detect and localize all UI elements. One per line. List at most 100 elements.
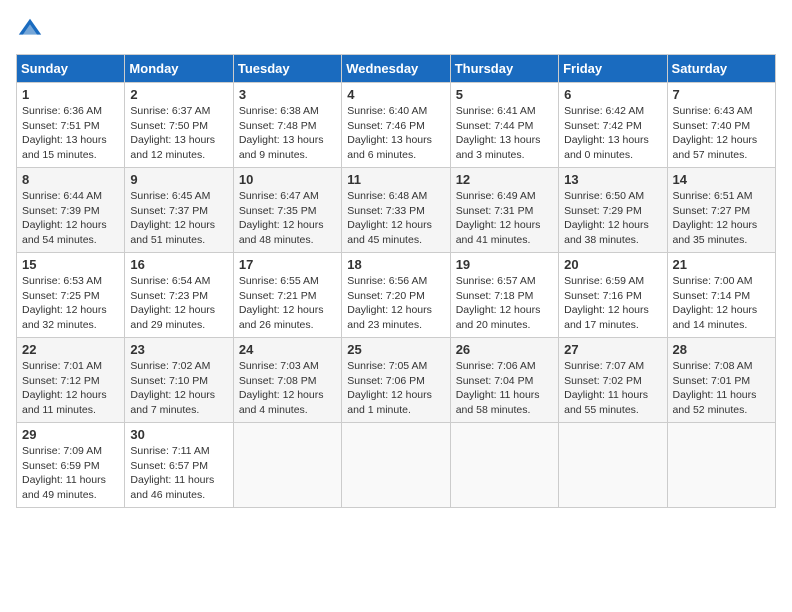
calendar-cell: 18Sunrise: 6:56 AMSunset: 7:20 PMDayligh… [342, 253, 450, 338]
calendar-cell: 23 Sunrise: 7:02 AMSunset: 7:10 PMDayligh… [125, 338, 233, 423]
cell-details: Sunrise: 6:51 AMSunset: 7:27 PMDaylight:… [673, 189, 770, 248]
calendar-cell: 28 Sunrise: 7:08 AMSunset: 7:01 PMDayligh… [667, 338, 775, 423]
cell-details: Sunrise: 6:45 AMSunset: 7:37 PMDaylight:… [130, 189, 227, 248]
day-number: 25 [347, 342, 444, 357]
calendar-cell: 24 Sunrise: 7:03 AMSunset: 7:08 PMDayligh… [233, 338, 341, 423]
day-number: 12 [456, 172, 553, 187]
calendar-cell: 22 Sunrise: 7:01 AMSunset: 7:12 PMDayligh… [17, 338, 125, 423]
cell-details: Sunrise: 6:38 AMSunset: 7:48 PMDaylight:… [239, 104, 336, 163]
day-number: 22 [22, 342, 119, 357]
day-header-saturday: Saturday [667, 55, 775, 83]
calendar-cell: 13 Sunrise: 6:50 AMSunset: 7:29 PMDayligh… [559, 168, 667, 253]
day-number: 1 [22, 87, 119, 102]
cell-details: Sunrise: 6:37 AMSunset: 7:50 PMDaylight:… [130, 104, 227, 163]
cell-details: Sunrise: 7:03 AMSunset: 7:08 PMDaylight:… [239, 359, 336, 418]
calendar-cell [667, 423, 775, 508]
calendar-cell: 19 Sunrise: 6:57 AMSunset: 7:18 PMDayligh… [450, 253, 558, 338]
calendar-cell: 15 Sunrise: 6:53 AMSunset: 7:25 PMDayligh… [17, 253, 125, 338]
day-number: 29 [22, 427, 119, 442]
calendar-cell: 16 Sunrise: 6:54 AMSunset: 7:23 PMDayligh… [125, 253, 233, 338]
cell-details: Sunrise: 7:01 AMSunset: 7:12 PMDaylight:… [22, 359, 119, 418]
day-number: 21 [673, 257, 770, 272]
calendar-cell [559, 423, 667, 508]
calendar-cell: 9 Sunrise: 6:45 AMSunset: 7:37 PMDaylight… [125, 168, 233, 253]
cell-details: Sunrise: 6:59 AMSunset: 7:16 PMDaylight:… [564, 274, 661, 333]
cell-details: Sunrise: 6:56 AMSunset: 7:20 PMDaylight:… [347, 274, 444, 333]
cell-details: Sunrise: 7:06 AMSunset: 7:04 PMDaylight:… [456, 359, 553, 418]
calendar-table: SundayMondayTuesdayWednesdayThursdayFrid… [16, 54, 776, 508]
day-number: 20 [564, 257, 661, 272]
calendar-cell: 17 Sunrise: 6:55 AMSunset: 7:21 PMDayligh… [233, 253, 341, 338]
day-number: 16 [130, 257, 227, 272]
calendar-cell: 3 Sunrise: 6:38 AMSunset: 7:48 PMDaylight… [233, 83, 341, 168]
calendar-cell: 21 Sunrise: 7:00 AMSunset: 7:14 PMDayligh… [667, 253, 775, 338]
day-number: 28 [673, 342, 770, 357]
calendar-cell: 7 Sunrise: 6:43 AMSunset: 7:40 PMDaylight… [667, 83, 775, 168]
calendar-cell: 10 Sunrise: 6:47 AMSunset: 7:35 PMDayligh… [233, 168, 341, 253]
cell-details: Sunrise: 6:40 AMSunset: 7:46 PMDaylight:… [347, 104, 444, 163]
cell-details: Sunrise: 6:53 AMSunset: 7:25 PMDaylight:… [22, 274, 119, 333]
header-row: SundayMondayTuesdayWednesdayThursdayFrid… [17, 55, 776, 83]
day-number: 14 [673, 172, 770, 187]
calendar-cell: 14 Sunrise: 6:51 AMSunset: 7:27 PMDayligh… [667, 168, 775, 253]
calendar-cell: 30Sunrise: 7:11 AMSunset: 6:57 PMDayligh… [125, 423, 233, 508]
day-header-wednesday: Wednesday [342, 55, 450, 83]
day-number: 15 [22, 257, 119, 272]
day-number: 8 [22, 172, 119, 187]
calendar-cell: 25 Sunrise: 7:05 AMSunset: 7:06 PMDayligh… [342, 338, 450, 423]
day-number: 9 [130, 172, 227, 187]
day-header-friday: Friday [559, 55, 667, 83]
calendar-cell: 27Sunrise: 7:07 AMSunset: 7:02 PMDayligh… [559, 338, 667, 423]
cell-details: Sunrise: 6:55 AMSunset: 7:21 PMDaylight:… [239, 274, 336, 333]
week-row-5: 29 Sunrise: 7:09 AMSunset: 6:59 PMDayligh… [17, 423, 776, 508]
week-row-4: 22 Sunrise: 7:01 AMSunset: 7:12 PMDayligh… [17, 338, 776, 423]
cell-details: Sunrise: 7:00 AMSunset: 7:14 PMDaylight:… [673, 274, 770, 333]
day-number: 10 [239, 172, 336, 187]
day-header-thursday: Thursday [450, 55, 558, 83]
logo-icon [16, 16, 44, 44]
day-number: 19 [456, 257, 553, 272]
day-number: 24 [239, 342, 336, 357]
cell-details: Sunrise: 6:43 AMSunset: 7:40 PMDaylight:… [673, 104, 770, 163]
day-header-sunday: Sunday [17, 55, 125, 83]
calendar-cell: 1 Sunrise: 6:36 AMSunset: 7:51 PMDaylight… [17, 83, 125, 168]
calendar-cell: 26 Sunrise: 7:06 AMSunset: 7:04 PMDayligh… [450, 338, 558, 423]
calendar-cell: 11Sunrise: 6:48 AMSunset: 7:33 PMDayligh… [342, 168, 450, 253]
cell-details: Sunrise: 6:47 AMSunset: 7:35 PMDaylight:… [239, 189, 336, 248]
cell-details: Sunrise: 7:02 AMSunset: 7:10 PMDaylight:… [130, 359, 227, 418]
calendar-cell: 8 Sunrise: 6:44 AMSunset: 7:39 PMDaylight… [17, 168, 125, 253]
cell-details: Sunrise: 7:09 AMSunset: 6:59 PMDaylight:… [22, 444, 119, 503]
day-number: 3 [239, 87, 336, 102]
calendar-cell: 4Sunrise: 6:40 AMSunset: 7:46 PMDaylight… [342, 83, 450, 168]
day-number: 5 [456, 87, 553, 102]
cell-details: Sunrise: 7:08 AMSunset: 7:01 PMDaylight:… [673, 359, 770, 418]
week-row-2: 8 Sunrise: 6:44 AMSunset: 7:39 PMDaylight… [17, 168, 776, 253]
day-number: 26 [456, 342, 553, 357]
cell-details: Sunrise: 6:50 AMSunset: 7:29 PMDaylight:… [564, 189, 661, 248]
day-number: 6 [564, 87, 661, 102]
cell-details: Sunrise: 6:42 AMSunset: 7:42 PMDaylight:… [564, 104, 661, 163]
cell-details: Sunrise: 6:44 AMSunset: 7:39 PMDaylight:… [22, 189, 119, 248]
page-header [16, 16, 776, 44]
week-row-3: 15 Sunrise: 6:53 AMSunset: 7:25 PMDayligh… [17, 253, 776, 338]
calendar-cell: 2Sunrise: 6:37 AMSunset: 7:50 PMDaylight… [125, 83, 233, 168]
calendar-cell [450, 423, 558, 508]
day-number: 7 [673, 87, 770, 102]
cell-details: Sunrise: 7:05 AMSunset: 7:06 PMDaylight:… [347, 359, 444, 418]
cell-details: Sunrise: 6:48 AMSunset: 7:33 PMDaylight:… [347, 189, 444, 248]
calendar-cell: 5Sunrise: 6:41 AMSunset: 7:44 PMDaylight… [450, 83, 558, 168]
day-number: 13 [564, 172, 661, 187]
day-number: 17 [239, 257, 336, 272]
cell-details: Sunrise: 6:57 AMSunset: 7:18 PMDaylight:… [456, 274, 553, 333]
calendar-cell: 29 Sunrise: 7:09 AMSunset: 6:59 PMDayligh… [17, 423, 125, 508]
week-row-1: 1 Sunrise: 6:36 AMSunset: 7:51 PMDaylight… [17, 83, 776, 168]
calendar-cell [342, 423, 450, 508]
cell-details: Sunrise: 7:07 AMSunset: 7:02 PMDaylight:… [564, 359, 661, 418]
cell-details: Sunrise: 6:36 AMSunset: 7:51 PMDaylight:… [22, 104, 119, 163]
calendar-cell: 12Sunrise: 6:49 AMSunset: 7:31 PMDayligh… [450, 168, 558, 253]
cell-details: Sunrise: 6:54 AMSunset: 7:23 PMDaylight:… [130, 274, 227, 333]
day-header-tuesday: Tuesday [233, 55, 341, 83]
cell-details: Sunrise: 7:11 AMSunset: 6:57 PMDaylight:… [130, 444, 227, 503]
day-number: 23 [130, 342, 227, 357]
calendar-cell [233, 423, 341, 508]
